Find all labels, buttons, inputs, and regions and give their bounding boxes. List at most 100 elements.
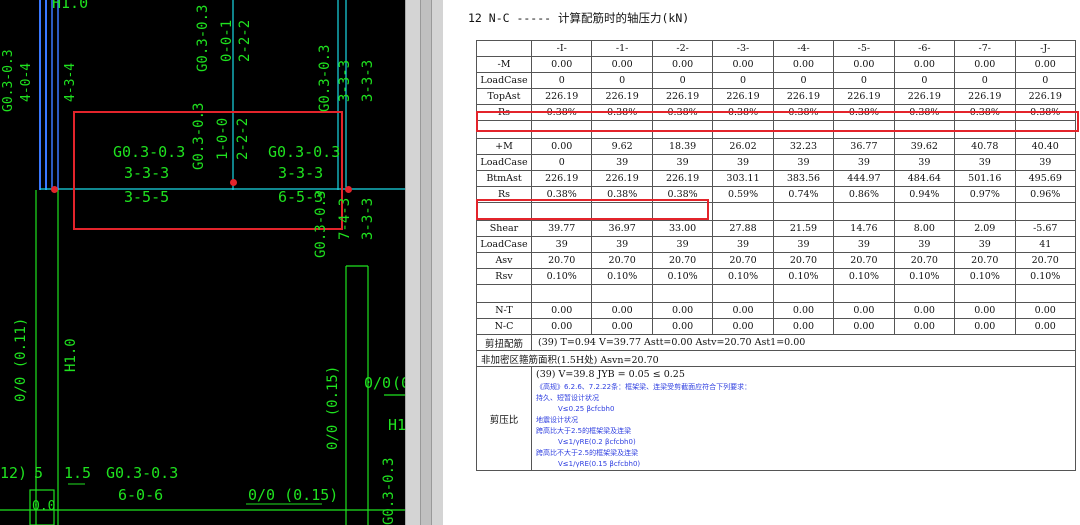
table-cell: 0.10% bbox=[1014, 268, 1076, 285]
cad-label: (0 bbox=[392, 374, 405, 392]
empty-cell bbox=[476, 202, 532, 221]
cad-label: G0.3-0.3 bbox=[106, 464, 179, 482]
table-cell: 0.59% bbox=[712, 186, 774, 203]
row-label: N-T bbox=[476, 302, 532, 319]
empty-cell bbox=[712, 202, 774, 221]
cad-label: 3-5-5 bbox=[124, 188, 170, 206]
table-cell: 226.19 bbox=[530, 170, 593, 187]
table-cell: 9.62 bbox=[591, 138, 653, 155]
table-cell: 0.00 bbox=[530, 138, 593, 155]
cad-label: 0/0 (0.11) bbox=[13, 317, 29, 402]
table-cell: 39.77 bbox=[530, 220, 593, 237]
table-cell: 0.10% bbox=[954, 268, 1016, 285]
empty-cell bbox=[833, 120, 895, 139]
table-cell: 0.00 bbox=[772, 56, 835, 73]
row-label: N-C bbox=[476, 318, 532, 335]
table-cell: 0.00 bbox=[893, 56, 956, 73]
table-cell: 39 bbox=[772, 236, 835, 253]
cad-drawing-panel[interactable]: H1.0 G0.3-0.3 0-0-1 2-2-2 G0.3-0.3 4-0-4… bbox=[0, 0, 405, 525]
cad-label: 3-3-3 bbox=[278, 164, 324, 182]
table-cell: 226.19 bbox=[530, 88, 593, 105]
table-cell: 0.00 bbox=[772, 302, 835, 319]
table-cell: 33.00 bbox=[651, 220, 714, 237]
row-label: +M bbox=[476, 138, 532, 155]
column-header: -4- bbox=[772, 40, 835, 57]
empty-cell bbox=[954, 120, 1016, 139]
table-cell: 20.70 bbox=[591, 252, 653, 269]
report-section-title: 12 N-C ----- 计算配筋时的轴压力(kN) bbox=[468, 11, 690, 25]
shear-ratio-check: (39) V=39.8 JYB = 0.05 ≤ 0.25 bbox=[536, 369, 685, 380]
table-cell: 0.38% bbox=[772, 104, 835, 121]
table-cell: 0.38% bbox=[712, 104, 774, 121]
empty-cell bbox=[476, 120, 532, 139]
table-cell: 0 bbox=[893, 72, 956, 89]
table-cell: 0.38% bbox=[591, 186, 653, 203]
cad-label: 3-3-3 bbox=[360, 197, 376, 240]
column-header: -J- bbox=[1014, 40, 1076, 57]
empty-cell bbox=[954, 202, 1016, 221]
table-cell: 226.19 bbox=[954, 88, 1016, 105]
panel-splitter[interactable] bbox=[405, 0, 443, 525]
empty-cell bbox=[954, 284, 1016, 303]
table-cell: -5.67 bbox=[1014, 220, 1076, 237]
empty-cell bbox=[651, 284, 714, 303]
column-header: -2- bbox=[651, 40, 714, 57]
table-cell: 0 bbox=[591, 72, 653, 89]
table-cell: 0.10% bbox=[893, 268, 956, 285]
cad-label: 0/0 (0.15) bbox=[325, 365, 341, 450]
cad-label: H1 bbox=[388, 416, 405, 434]
table-cell: 0.00 bbox=[712, 318, 774, 335]
table-cell: 0 bbox=[833, 72, 895, 89]
table-cell: 0.00 bbox=[1014, 318, 1076, 335]
cad-label: 0/0 bbox=[364, 374, 392, 392]
table-cell: 484.64 bbox=[893, 170, 956, 187]
table-cell: 39 bbox=[954, 236, 1016, 253]
code-clause-line: V≤1/γRE(0.15 βcfcbh0) bbox=[558, 460, 641, 468]
table-cell: 0.00 bbox=[833, 318, 895, 335]
vertical-scrollbar[interactable] bbox=[420, 0, 432, 525]
empty-cell bbox=[591, 284, 653, 303]
cad-label: G0.3-0.3 bbox=[317, 44, 333, 112]
table-cell: 20.70 bbox=[712, 252, 774, 269]
cad-label: 12) bbox=[0, 464, 28, 482]
code-clause-line: 《高规》6.2.6、7.2.22条：框架梁、连梁受剪截面应符合下列要求： bbox=[536, 383, 752, 391]
table-cell: 495.69 bbox=[1014, 170, 1076, 187]
spacer-row bbox=[476, 202, 1076, 221]
code-clause-line: V≤1/γRE(0.2 βcfcbh0) bbox=[558, 438, 636, 446]
cad-label: 6-0-6 bbox=[118, 486, 164, 504]
table-cell: 226.19 bbox=[712, 88, 774, 105]
table-cell: 0 bbox=[954, 72, 1016, 89]
table-cell: 0.38% bbox=[833, 104, 895, 121]
table-cell: 0.38% bbox=[530, 104, 593, 121]
column-header bbox=[476, 40, 532, 57]
empty-cell bbox=[772, 284, 835, 303]
cad-label: G0.3-0.3 bbox=[191, 102, 207, 170]
cad-label: 5 bbox=[34, 464, 44, 482]
table-cell: 20.70 bbox=[833, 252, 895, 269]
table-cell: 0 bbox=[530, 72, 593, 89]
empty-cell bbox=[1014, 284, 1076, 303]
table-row: Asv 20.70 20.70 20.70 20.70 20.70 20.70 20.70 20… bbox=[476, 252, 1076, 269]
cad-label: G0.3-0.3 bbox=[195, 4, 211, 72]
table-cell: 226.19 bbox=[893, 88, 956, 105]
table-cell: 0.38% bbox=[893, 104, 956, 121]
table-cell: 39 bbox=[651, 154, 714, 171]
row-label: Rs bbox=[476, 186, 532, 203]
table-row: LoadCase 39 39 39 39 39 39 39 39 41 bbox=[476, 236, 1076, 253]
table-cell: 39 bbox=[591, 236, 653, 253]
empty-cell bbox=[530, 202, 593, 221]
table-cell: 39 bbox=[772, 154, 835, 171]
table-cell: 0.74% bbox=[772, 186, 835, 203]
table-cell: 0.38% bbox=[651, 104, 714, 121]
code-clause-line: 持久、短暂设计状况 bbox=[536, 394, 599, 402]
table-cell: 0.00 bbox=[954, 318, 1016, 335]
table-cell: 0.00 bbox=[954, 56, 1016, 73]
table-cell: 39 bbox=[893, 154, 956, 171]
table-cell: 303.11 bbox=[712, 170, 774, 187]
table-cell: 0.00 bbox=[651, 302, 714, 319]
beam-node-marker bbox=[51, 186, 58, 193]
spacer-row bbox=[476, 120, 1076, 139]
table-cell: 0.00 bbox=[712, 56, 774, 73]
table-cell: 0.97% bbox=[954, 186, 1016, 203]
table-cell: 20.70 bbox=[530, 252, 593, 269]
